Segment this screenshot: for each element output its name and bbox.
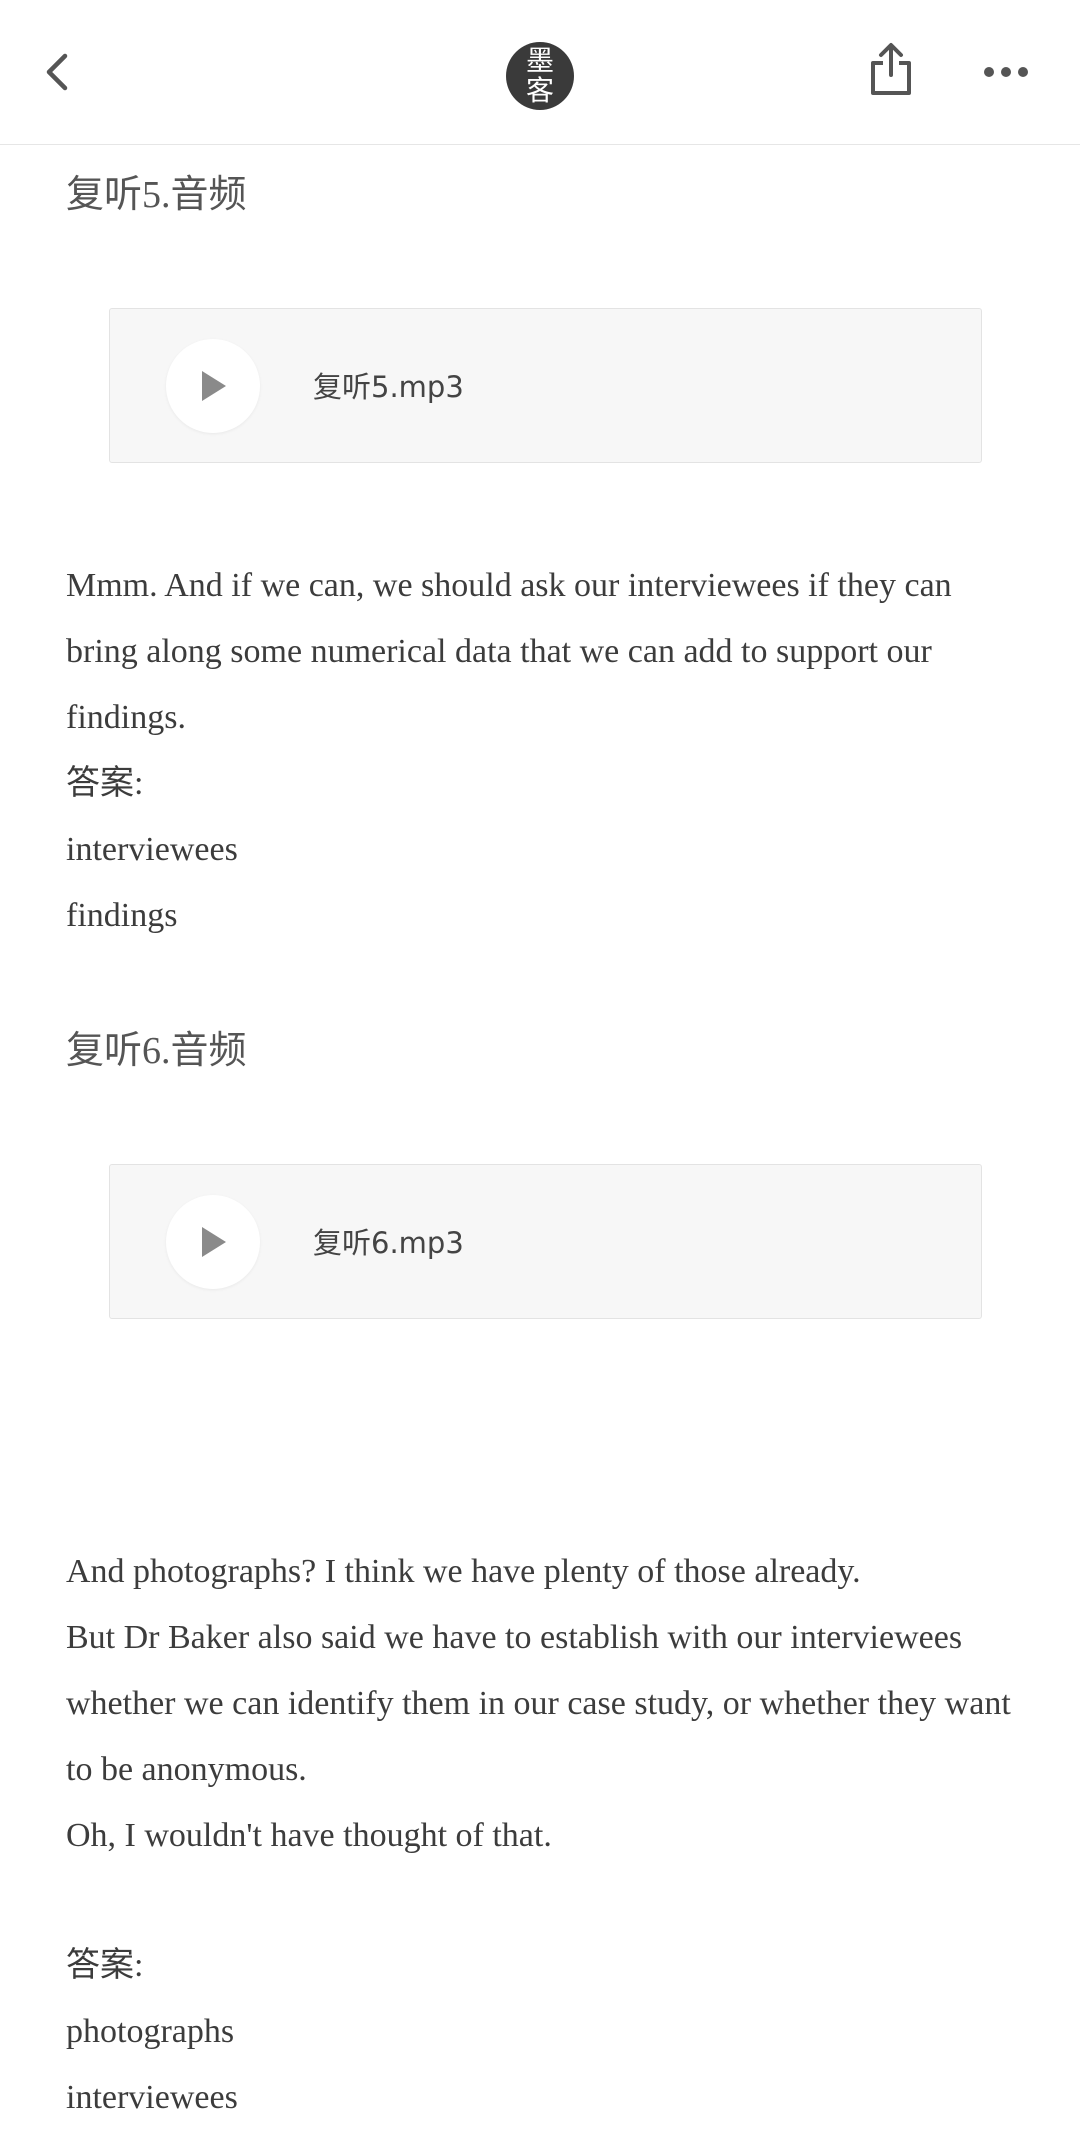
share-button[interactable] bbox=[866, 36, 916, 102]
play-icon bbox=[202, 371, 226, 401]
play-button-6[interactable] bbox=[166, 1195, 260, 1289]
transcript-paragraph: But Dr Baker also said we have to establ… bbox=[66, 1619, 1011, 1788]
answer-item: findings bbox=[66, 897, 178, 934]
play-icon bbox=[202, 1227, 226, 1257]
section-heading-5: 复听5.音频 bbox=[66, 174, 247, 216]
transcript-paragraph: And photographs? I think we have plenty … bbox=[66, 1553, 861, 1590]
answer-item: photographs bbox=[66, 2013, 235, 2050]
share-icon bbox=[871, 43, 911, 95]
transcript-paragraph: Oh, I wouldn't have thought of that. bbox=[66, 1817, 552, 1854]
back-button[interactable] bbox=[34, 40, 78, 104]
audio-file-name-6: 复听6.mp3 bbox=[313, 1226, 464, 1260]
more-icon bbox=[984, 67, 1028, 77]
account-logo[interactable]: 墨 客 bbox=[506, 42, 574, 110]
transcript-block-5: Mmm. And if we can, we should ask our in… bbox=[66, 553, 1026, 949]
logo-top-char: 墨 bbox=[525, 44, 554, 77]
answer-block-6: 答案: photographs interviewees bbox=[66, 1933, 1026, 2131]
more-button[interactable] bbox=[980, 50, 1032, 94]
transcript-paragraph: Mmm. And if we can, we should ask our in… bbox=[66, 567, 952, 736]
section-heading-6: 复听6.音频 bbox=[66, 1030, 247, 1072]
audio-player-6[interactable]: 复听6.mp3 bbox=[109, 1164, 982, 1319]
audio-player-5[interactable]: 复听5.mp3 bbox=[109, 308, 982, 463]
logo-bottom-char: 客 bbox=[525, 74, 554, 107]
answer-label: 答案: bbox=[66, 765, 144, 802]
answer-item: interviewees bbox=[66, 2079, 238, 2116]
top-bar: 墨 客 bbox=[0, 0, 1080, 145]
audio-file-name-5: 复听5.mp3 bbox=[313, 370, 464, 404]
play-button-5[interactable] bbox=[166, 339, 260, 433]
transcript-block-6: And photographs? I think we have plenty … bbox=[66, 1539, 1026, 1869]
answer-item: interviewees bbox=[66, 831, 238, 868]
chevron-left-icon bbox=[46, 53, 68, 91]
answer-label: 答案: bbox=[66, 1947, 144, 1984]
